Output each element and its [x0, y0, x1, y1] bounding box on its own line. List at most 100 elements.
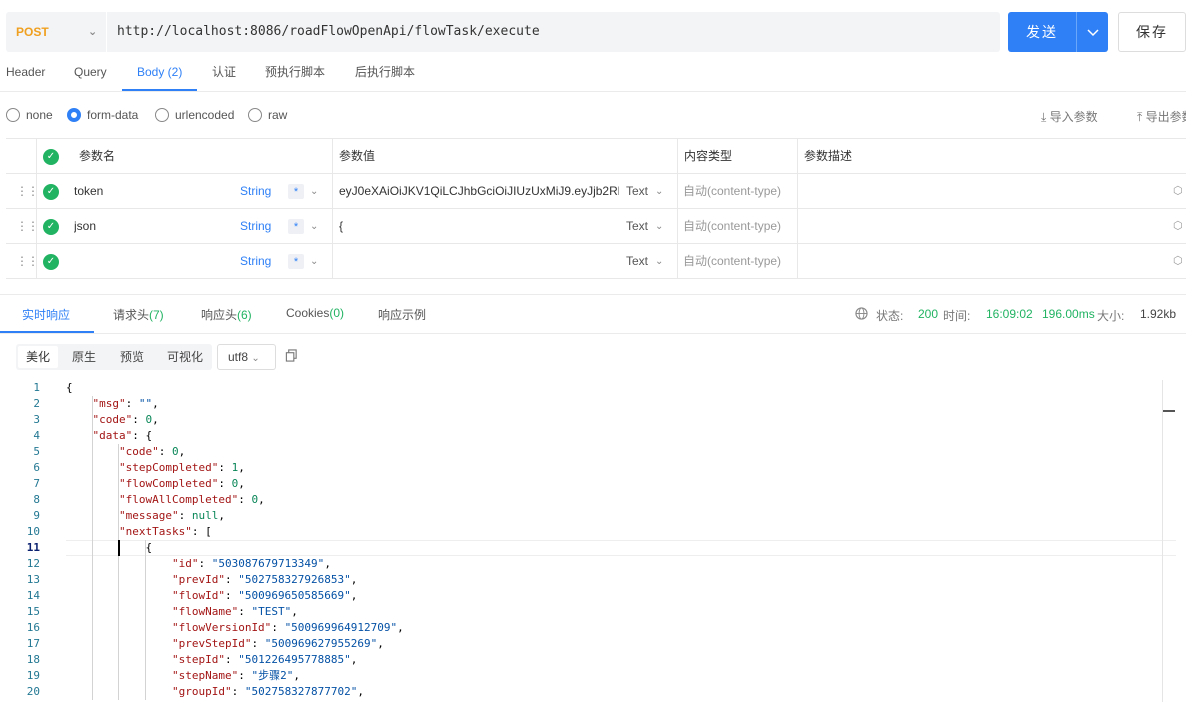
- header-content-type: 内容类型: [684, 149, 733, 163]
- param-value[interactable]: eyJ0eXAiOiJKV1QiLCJhbGciOiJIUzUxMiJ9.eyJ…: [339, 174, 619, 209]
- drag-handle-icon[interactable]: ⋮⋮: [16, 174, 39, 209]
- tab-body[interactable]: Body (2): [137, 64, 182, 92]
- tab-count: (0): [329, 306, 345, 320]
- chevron-down-icon[interactable]: ⌄: [310, 174, 318, 209]
- col-divider: [797, 244, 798, 279]
- required-toggle[interactable]: *: [288, 254, 304, 269]
- param-type[interactable]: String: [240, 209, 271, 244]
- line-number: 11: [26, 541, 40, 554]
- save-button[interactable]: 保存: [1118, 12, 1186, 52]
- view-mode-group: 美化 原生 预览 可视化: [16, 344, 212, 370]
- check-circle-icon[interactable]: ✓: [43, 219, 59, 235]
- value-type-select[interactable]: Text: [626, 209, 648, 244]
- chevron-down-icon[interactable]: ⌄: [655, 244, 663, 279]
- required-toggle[interactable]: *: [288, 219, 304, 234]
- content-type[interactable]: 自动(content-type): [683, 174, 781, 209]
- col-divider: [36, 139, 37, 174]
- table-row: ⋮⋮ ✓ token String * ⌄ eyJ0eXAiOiJKV1QiLC…: [6, 174, 1186, 209]
- tab-auth[interactable]: 认证: [212, 64, 236, 92]
- col-divider: [677, 139, 678, 174]
- line-number: 10: [26, 525, 40, 538]
- chevron-down-icon[interactable]: ⌄: [655, 209, 663, 244]
- tab-live-response[interactable]: 实时响应: [22, 306, 70, 323]
- drag-handle-icon[interactable]: ⋮⋮: [16, 209, 39, 244]
- tab-response-example[interactable]: 响应示例: [378, 306, 426, 323]
- line-number: 17: [26, 637, 40, 650]
- upload-icon: ⤒: [1137, 110, 1143, 124]
- content-type[interactable]: 自动(content-type): [683, 244, 781, 279]
- chevron-down-icon[interactable]: ⌄: [655, 174, 663, 209]
- line-number: 19: [26, 669, 40, 682]
- param-name[interactable]: json: [74, 209, 96, 244]
- col-divider: [332, 244, 333, 279]
- param-name[interactable]: token: [74, 174, 103, 209]
- code-line: "nextTasks": [: [118, 525, 212, 538]
- check-circle-icon[interactable]: ✓: [43, 254, 59, 270]
- param-value[interactable]: [339, 244, 619, 279]
- check-all-icon[interactable]: ✓: [43, 149, 59, 165]
- tab-count: (7): [149, 308, 164, 322]
- radio-none[interactable]: none: [6, 106, 53, 124]
- line-number: 18: [26, 653, 40, 666]
- param-value[interactable]: {: [339, 209, 619, 244]
- tab-label: 响应头: [201, 308, 238, 322]
- globe-icon: [855, 307, 868, 323]
- tab-post-script[interactable]: 后执行脚本: [355, 64, 415, 92]
- content-type[interactable]: 自动(content-type): [683, 209, 781, 244]
- tab-header[interactable]: Header: [6, 64, 45, 92]
- send-options-chevron-down-icon[interactable]: [1077, 12, 1108, 52]
- radio-urlencoded[interactable]: urlencoded: [155, 106, 234, 124]
- editor-scrollbar[interactable]: [1162, 380, 1176, 702]
- param-type[interactable]: String: [240, 174, 271, 209]
- line-number: 1: [33, 381, 40, 394]
- col-divider: [677, 209, 678, 244]
- line-number: 13: [26, 573, 40, 586]
- mode-raw-button[interactable]: 原生: [72, 344, 96, 370]
- drag-handle-icon[interactable]: ⋮⋮: [16, 244, 39, 279]
- import-params-label: 导入参数: [1049, 110, 1098, 124]
- value-type-select[interactable]: Text: [626, 244, 648, 279]
- import-params-button[interactable]: ⤓ 导入参数: [1041, 108, 1098, 125]
- mode-visualize-button[interactable]: 可视化: [167, 344, 203, 370]
- code-line: "code": 0,: [92, 413, 159, 426]
- copy-icon[interactable]: [285, 349, 298, 365]
- col-divider: [332, 209, 333, 244]
- line-number: 12: [26, 557, 40, 570]
- check-circle-icon[interactable]: ✓: [43, 184, 59, 200]
- chevron-down-icon[interactable]: ⌄: [310, 209, 318, 244]
- required-toggle[interactable]: *: [288, 184, 304, 199]
- code-line: "data": {: [92, 429, 153, 442]
- radio-circle: [6, 108, 20, 122]
- radio-raw[interactable]: raw: [248, 106, 287, 124]
- radio-form-data[interactable]: form-data: [67, 106, 138, 124]
- mode-pretty-button[interactable]: 美化: [18, 346, 58, 368]
- line-number: 4: [33, 429, 40, 442]
- cube-icon[interactable]: ⬡: [1173, 209, 1183, 244]
- url-input[interactable]: http://localhost:8086/roadFlowOpenApi/fl…: [117, 12, 540, 52]
- tab-response-headers[interactable]: 响应头(6): [201, 306, 252, 323]
- mode-preview-button[interactable]: 预览: [120, 344, 144, 370]
- time-label: 时间:: [943, 309, 971, 323]
- radio-circle: [248, 108, 262, 122]
- code-line: "flowName": "TEST",: [171, 605, 298, 618]
- method-select[interactable]: POST ⌄: [6, 12, 107, 52]
- tab-cookies[interactable]: Cookies(0): [286, 306, 344, 320]
- cube-icon[interactable]: ⬡: [1173, 244, 1183, 279]
- response-code-editor[interactable]: 1 {2 "msg": "", 3 "code": 0, 4 "data": {5 "…: [0, 380, 1176, 702]
- tab-count: (6): [237, 308, 252, 322]
- encoding-select[interactable]: utf8 ⌄: [217, 344, 276, 370]
- export-params-button[interactable]: ⤒ 导出参数: [1137, 108, 1186, 125]
- code-line: {: [66, 381, 73, 394]
- chevron-down-icon[interactable]: ⌄: [310, 244, 318, 279]
- tab-request-headers[interactable]: 请求头(7): [113, 306, 164, 323]
- cube-icon[interactable]: ⬡: [1173, 174, 1183, 209]
- table-row: ⋮⋮ ✓ json String * ⌄ { Text ⌄ 自动(content…: [6, 209, 1186, 244]
- tab-pre-script[interactable]: 预执行脚本: [265, 64, 325, 92]
- col-divider: [332, 139, 333, 174]
- tab-query[interactable]: Query: [74, 64, 107, 92]
- send-button[interactable]: 发送: [1008, 12, 1108, 52]
- chevron-down-icon: ⌄: [88, 26, 98, 38]
- col-divider: [677, 174, 678, 209]
- param-type[interactable]: String: [240, 244, 271, 279]
- value-type-select[interactable]: Text: [626, 174, 648, 209]
